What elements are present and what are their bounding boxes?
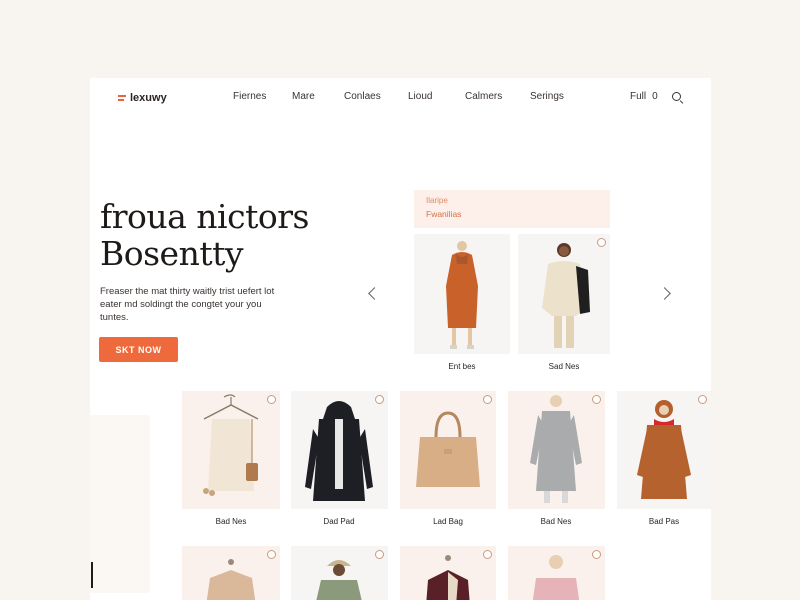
product-tile[interactable] xyxy=(508,546,605,600)
logo-mark-icon xyxy=(118,94,126,103)
nav-cart[interactable]: Full 0 xyxy=(630,91,681,102)
nav-link-fiernes[interactable]: Fiernes xyxy=(233,91,266,102)
chevron-right-icon[interactable] xyxy=(658,287,671,300)
promo-line1: Ilaripe xyxy=(426,196,448,205)
product-caption: Lad Bag xyxy=(433,517,463,526)
search-icon[interactable] xyxy=(671,92,681,101)
featured-caption-1: Ent bes xyxy=(448,362,476,371)
brand-name: lexuwy xyxy=(130,92,167,104)
product-tile[interactable] xyxy=(400,546,496,600)
favorite-icon[interactable] xyxy=(592,395,601,404)
burgundy-top-image xyxy=(426,555,470,600)
product-tile[interactable] xyxy=(291,546,388,600)
cart-count: 0 xyxy=(652,91,658,102)
side-panel xyxy=(90,415,150,593)
orange-coat-image xyxy=(446,241,478,349)
favorite-icon[interactable] xyxy=(592,550,601,559)
product-caption: Bad Nes xyxy=(540,517,572,526)
favorite-icon[interactable] xyxy=(483,550,492,559)
product-tile[interactable] xyxy=(508,391,605,509)
product-caption: Bad Pas xyxy=(648,517,680,526)
nav-link-mare[interactable]: Mare xyxy=(292,91,315,102)
cream-jacket-image xyxy=(542,243,590,348)
product-tile[interactable] xyxy=(617,391,711,509)
green-jacket-image xyxy=(316,560,362,600)
nav-link-calmers[interactable]: Calmers xyxy=(465,91,502,102)
beige-trench-image xyxy=(206,559,256,600)
nav-link-serings[interactable]: Serings xyxy=(530,91,564,102)
text-cursor-icon xyxy=(91,562,93,588)
storefront-card: lexuwy Fiernes Mare Conlaes Lioud Calmer… xyxy=(90,78,711,600)
promo-banner[interactable]: Ilaripe Fwanilias xyxy=(414,190,610,228)
hero-title: froua nictors Bosentty xyxy=(100,198,309,272)
nav-link-lioud[interactable]: Lioud xyxy=(408,91,432,102)
featured-product-1[interactable] xyxy=(414,234,510,354)
pink-sweater-image xyxy=(532,555,580,600)
camisole-image xyxy=(203,394,259,496)
product-caption: Bad Nes xyxy=(215,517,247,526)
product-tile[interactable] xyxy=(291,391,388,509)
product-tile[interactable] xyxy=(182,391,280,509)
black-parka-image xyxy=(305,401,373,501)
featured-caption-2: Sad Nes xyxy=(548,362,580,371)
product-tile[interactable] xyxy=(400,391,496,509)
chevron-left-icon[interactable] xyxy=(368,287,381,300)
product-caption: Dad Pad xyxy=(323,517,355,526)
favorite-icon[interactable] xyxy=(597,238,606,247)
favorite-icon[interactable] xyxy=(375,395,384,404)
orange-hooded-coat-image xyxy=(637,400,691,499)
featured-product-2[interactable] xyxy=(518,234,610,354)
favorite-icon[interactable] xyxy=(267,395,276,404)
hero-title-line2: Bosentty xyxy=(100,234,244,273)
tote-bag-image xyxy=(416,411,480,487)
product-tile[interactable] xyxy=(182,546,280,600)
shop-now-button[interactable]: SKT NOW xyxy=(99,337,178,362)
favorite-icon[interactable] xyxy=(267,550,276,559)
favorite-icon[interactable] xyxy=(375,550,384,559)
hero-description: Freaser the mat thirty waitly trist uefe… xyxy=(100,286,275,323)
favorite-icon[interactable] xyxy=(483,395,492,404)
promo-line2: Fwanilias xyxy=(426,209,462,219)
grey-coat-image xyxy=(530,395,582,503)
hero-title-line1: froua nictors xyxy=(100,197,309,236)
brand-logo[interactable]: lexuwy xyxy=(118,92,167,104)
cart-label: Full xyxy=(630,91,647,102)
nav-link-conlaes[interactable]: Conlaes xyxy=(344,91,381,102)
favorite-icon[interactable] xyxy=(698,395,707,404)
